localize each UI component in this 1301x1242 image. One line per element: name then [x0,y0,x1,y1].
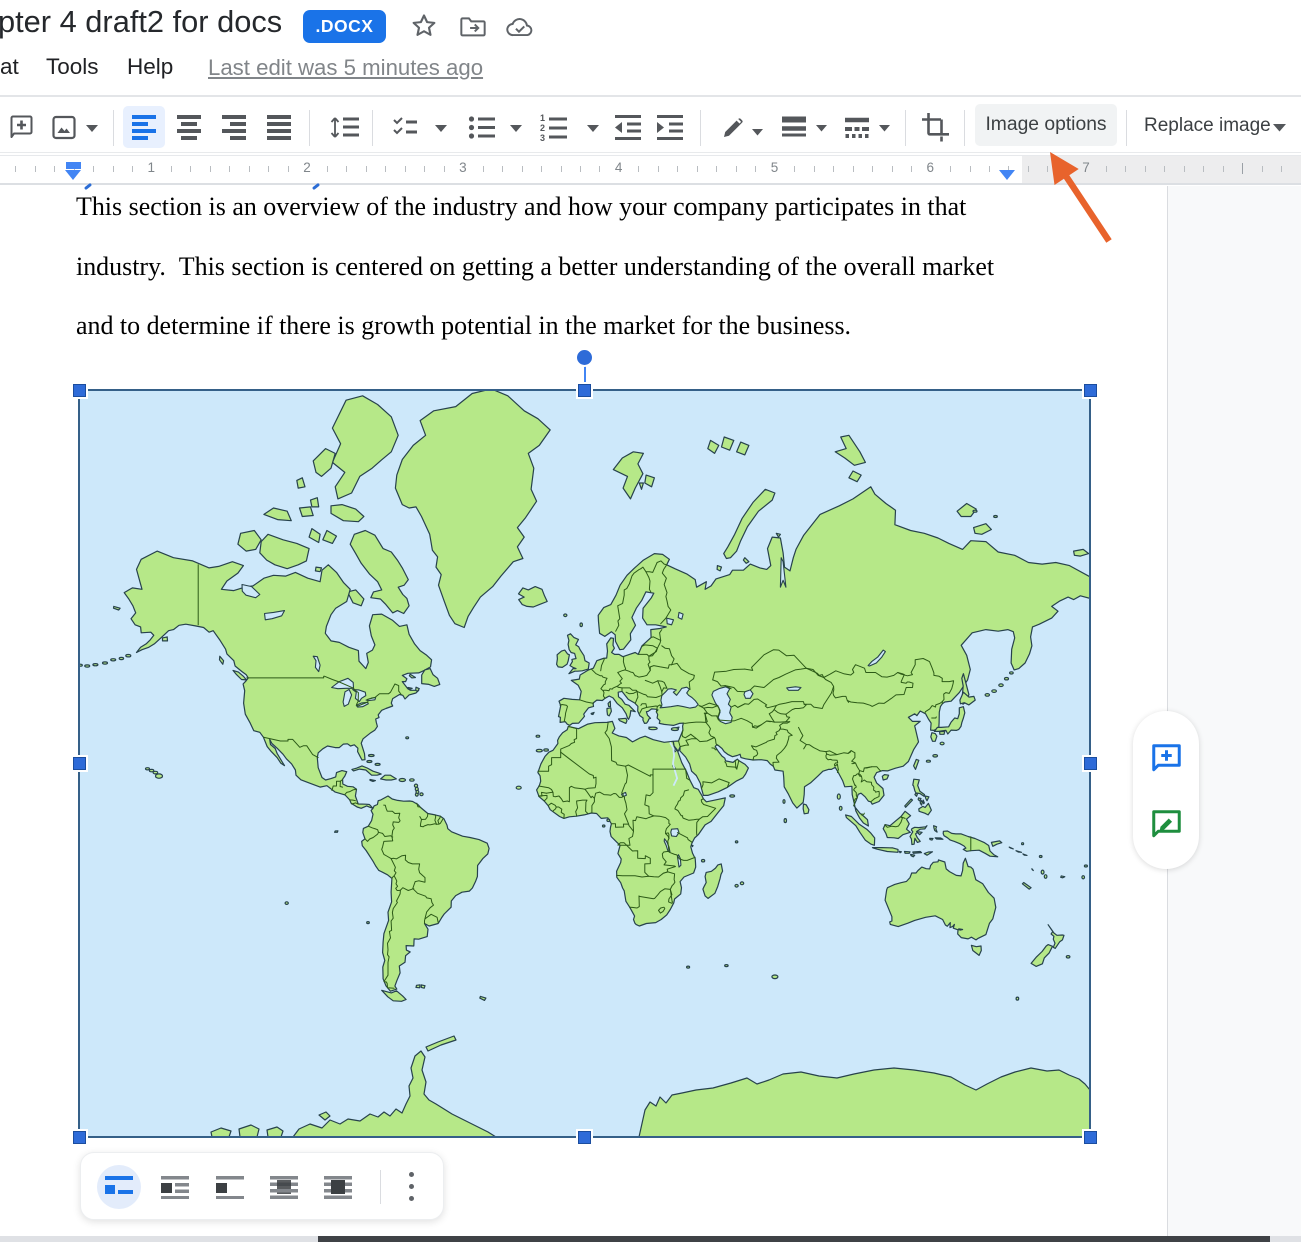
svg-text:1: 1 [540,113,545,123]
svg-text:3: 3 [540,133,545,142]
svg-text:2: 2 [540,123,545,133]
